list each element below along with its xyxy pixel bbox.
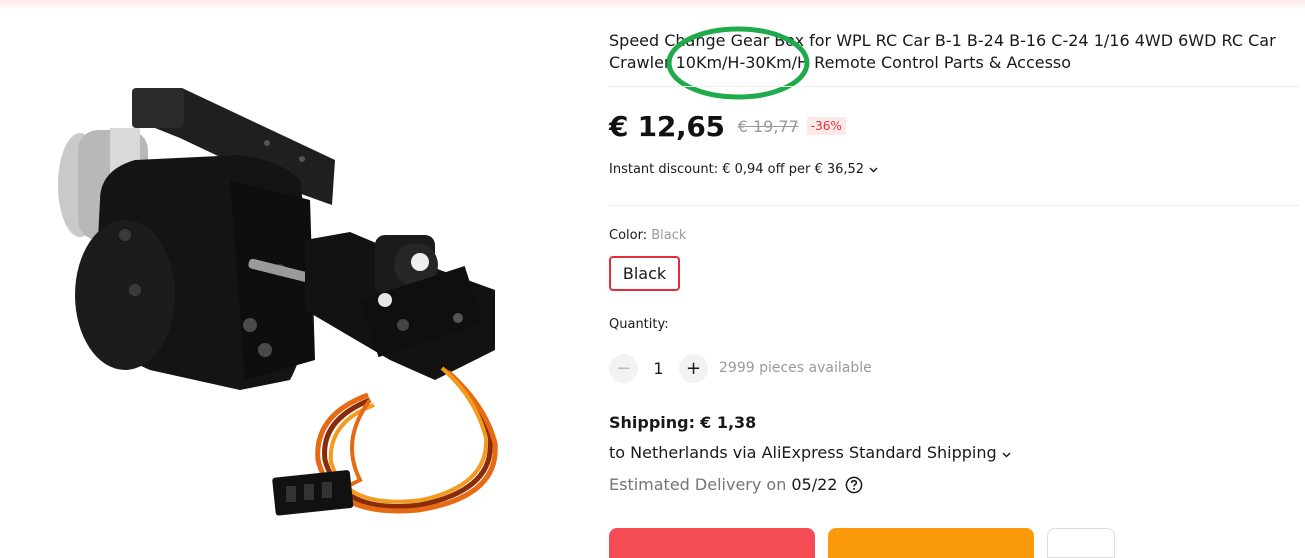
delivery-label: Estimated Delivery on <box>609 475 787 494</box>
color-selected-value: Black <box>651 228 687 243</box>
shipping-cost: € 1,38 <box>700 413 757 432</box>
original-price: € 19,77 <box>737 116 799 136</box>
product-title-line-1: Speed Change Gear Box for WPL RC Car B-1… <box>609 31 1276 50</box>
divider <box>609 205 1299 206</box>
product-title-line-2: Crawler 10Km/H-30Km/H Remote Control Par… <box>609 53 1072 72</box>
divider <box>609 86 1299 87</box>
quantity-decrease-button[interactable]: − <box>609 353 638 383</box>
delivery-date: 05/22 <box>791 475 838 494</box>
quantity-available: 2999 pieces available <box>719 360 872 376</box>
product-image[interactable] <box>40 60 560 547</box>
shipping-destination: to Netherlands via AliExpress Standard S… <box>609 443 997 462</box>
price-row: € 12,65 € 19,77 -36% <box>609 108 846 144</box>
top-banner-edge <box>0 0 1305 10</box>
shipping-label: Shipping: <box>609 413 696 432</box>
instant-discount-text: Instant discount: € 0,94 off per € 36,52 <box>609 162 865 177</box>
wishlist-button[interactable] <box>1047 528 1115 558</box>
shipping-method-selector[interactable]: to Netherlands via AliExpress Standard S… <box>609 443 1011 462</box>
buy-now-button[interactable] <box>609 528 815 558</box>
discount-badge: -36% <box>806 117 846 135</box>
color-option-black[interactable]: Black <box>609 256 680 291</box>
add-to-cart-button[interactable] <box>828 528 1034 558</box>
chevron-down-icon <box>1002 443 1011 462</box>
help-circle-icon[interactable] <box>845 476 863 494</box>
color-label-text: Color: <box>609 228 652 243</box>
quantity-input[interactable]: 1 <box>638 359 679 378</box>
color-option-label: Black <box>622 264 667 283</box>
chevron-down-icon <box>869 162 878 177</box>
estimated-delivery: Estimated Delivery on 05/22 <box>609 475 863 494</box>
shipping-price: Shipping: € 1,38 <box>609 413 756 432</box>
quantity-label: Quantity: <box>609 317 669 332</box>
instant-discount[interactable]: Instant discount: € 0,94 off per € 36,52 <box>609 162 878 177</box>
quantity-increase-button[interactable]: + <box>679 353 708 383</box>
color-label: Color: Black <box>609 228 686 243</box>
current-price: € 12,65 <box>609 109 725 143</box>
product-title: Speed Change Gear Box for WPL RC Car B-1… <box>609 30 1299 74</box>
quantity-stepper: − 1 + 2999 pieces available <box>609 353 872 383</box>
